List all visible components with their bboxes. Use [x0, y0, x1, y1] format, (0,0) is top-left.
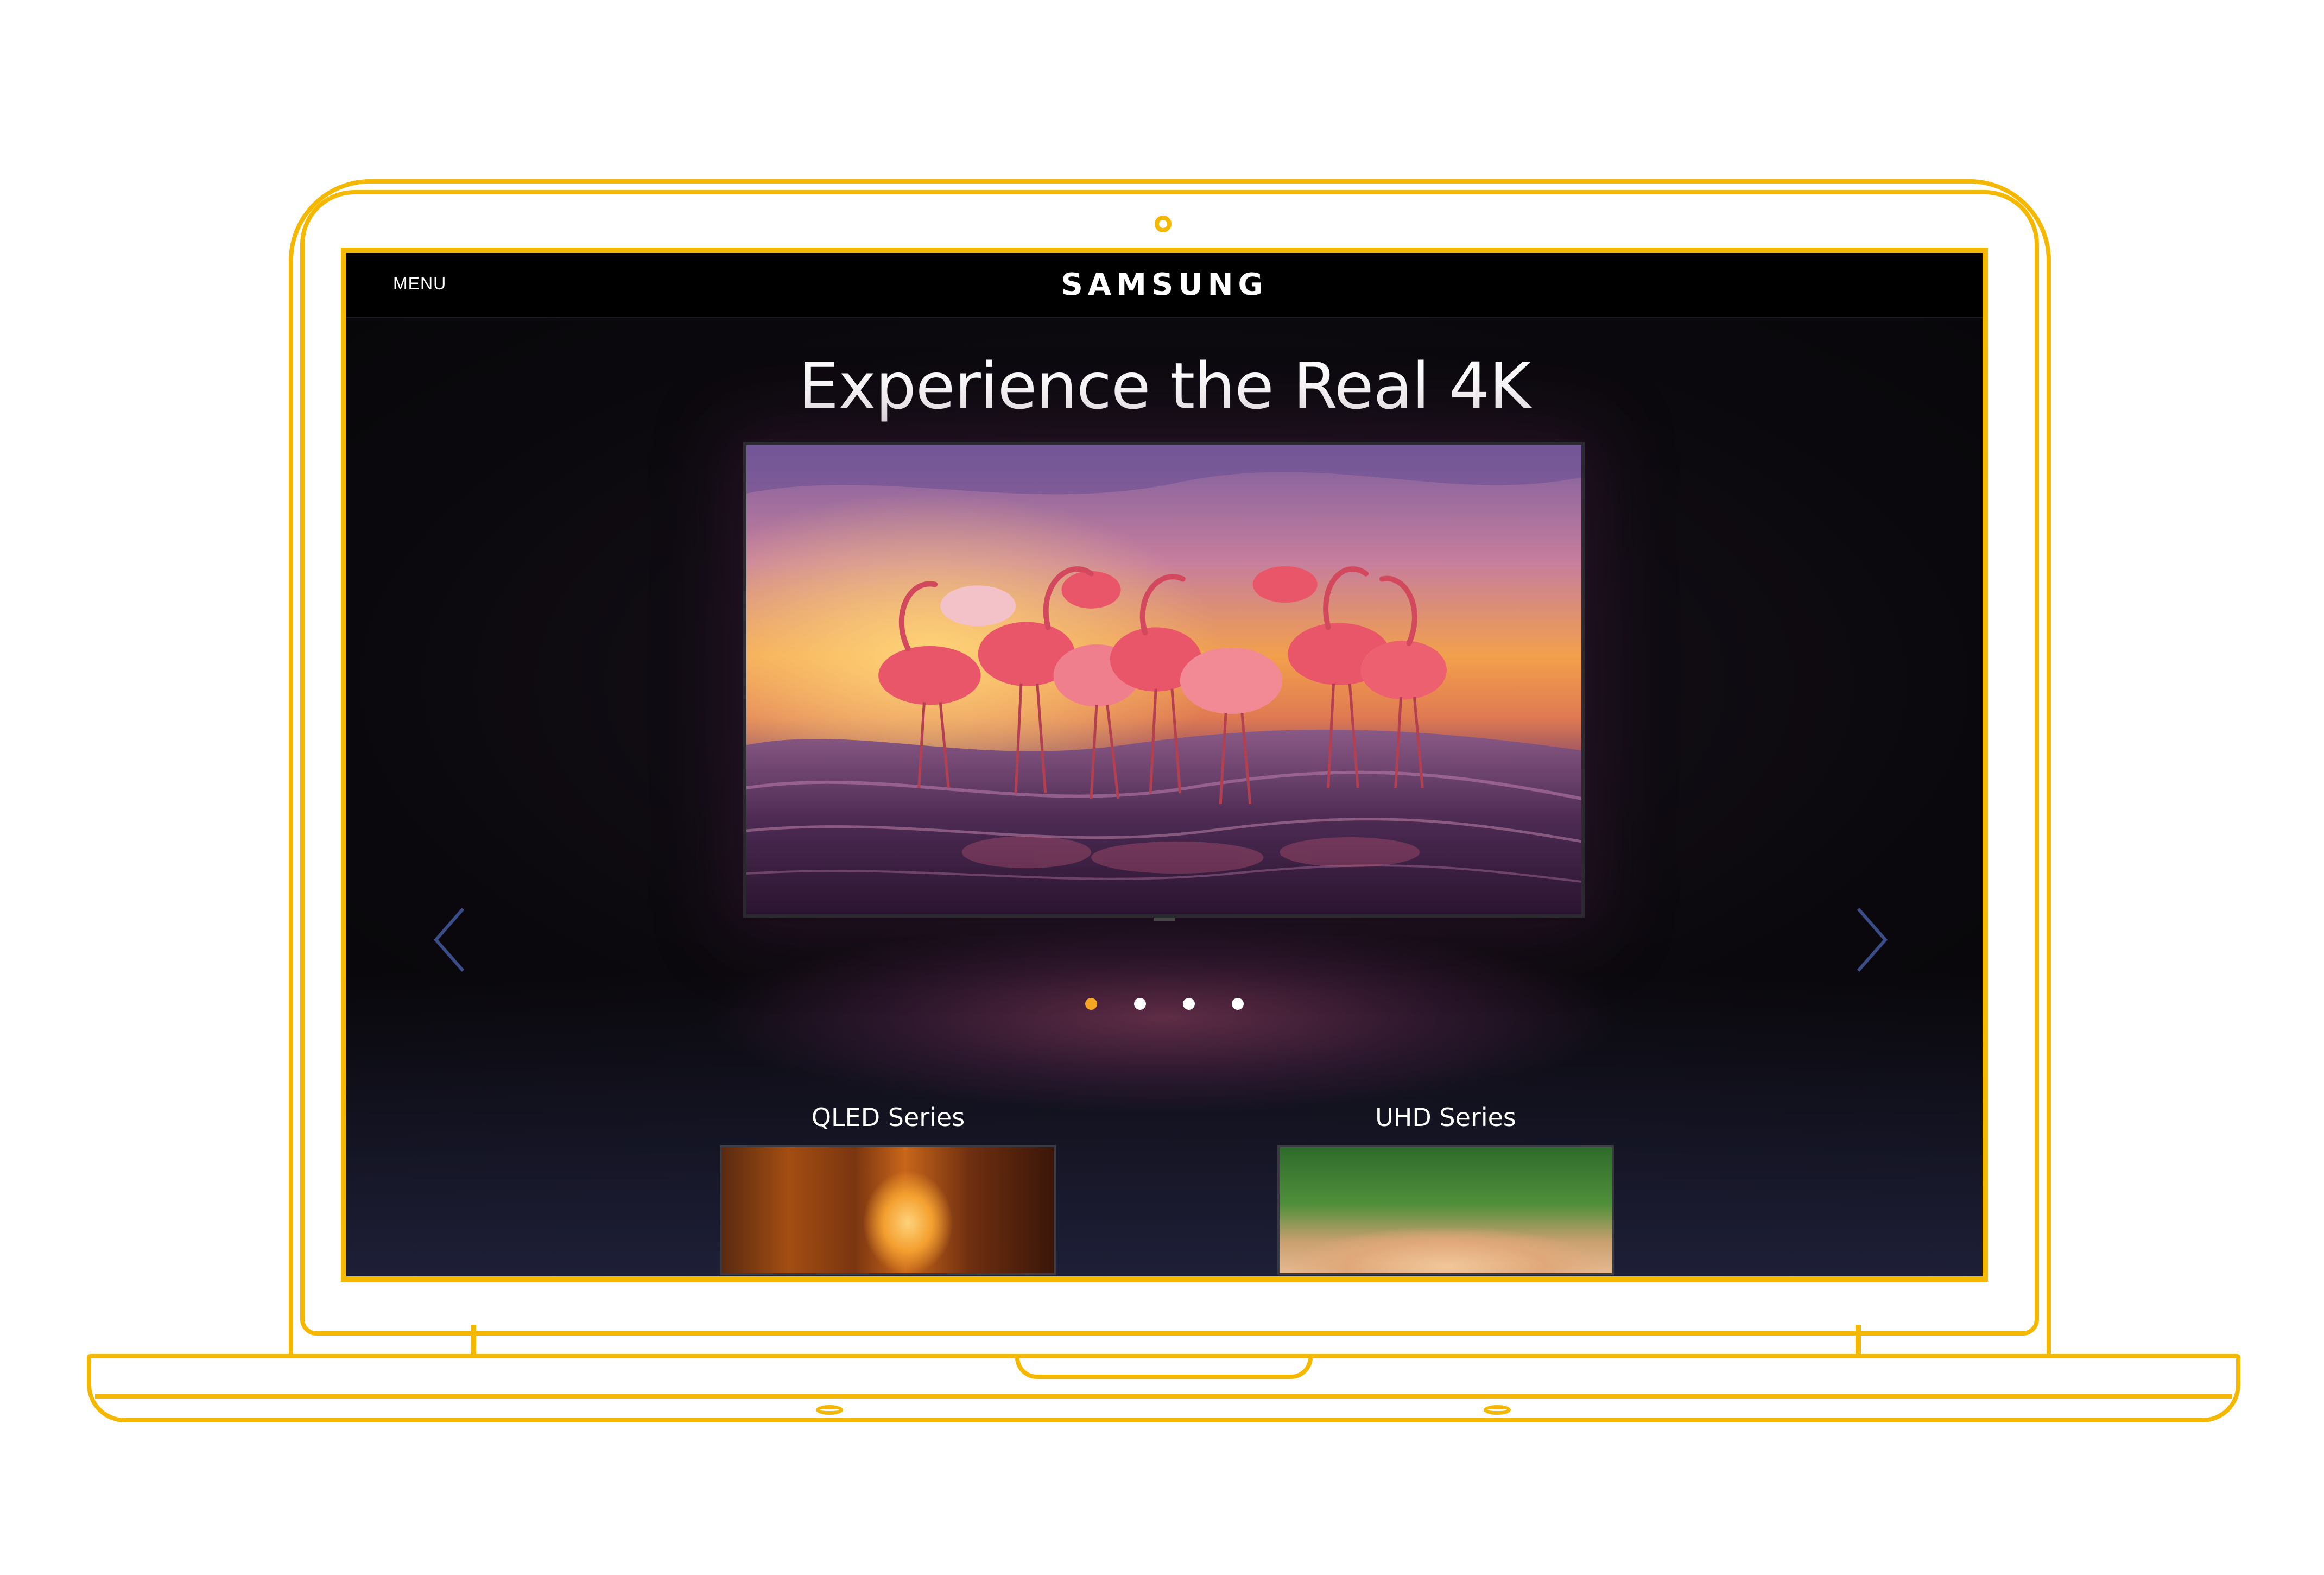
chevron-left-icon	[434, 908, 465, 972]
series-title: QLED Series	[811, 1103, 965, 1132]
webcam-icon	[1155, 216, 1172, 232]
series-card-uhd[interactable]: UHD Series	[1277, 1103, 1614, 1275]
flamingo-scene-illustration	[746, 445, 1581, 914]
laptop-base-edge	[95, 1394, 2232, 1399]
carousel-dot-1[interactable]	[1085, 998, 1097, 1010]
series-card-qled[interactable]: QLED Series	[720, 1103, 1056, 1275]
hero-tv-image	[743, 442, 1585, 918]
laptop-opening-notch	[1015, 1354, 1313, 1379]
carousel-dot-3[interactable]	[1183, 998, 1195, 1010]
series-title: UHD Series	[1375, 1103, 1516, 1132]
samsung-logo[interactable]: SAMSUNG	[346, 267, 1983, 302]
carousel-next-button[interactable]	[1839, 899, 1904, 981]
series-thumbnail[interactable]	[720, 1145, 1056, 1275]
laptop-foot-right	[1484, 1405, 1511, 1415]
carousel-dot-4[interactable]	[1232, 998, 1244, 1010]
hero-headline: Experience the Real 4K	[798, 349, 1531, 423]
carousel-prev-button[interactable]	[417, 899, 482, 981]
top-navigation-bar: MENU SAMSUNG	[346, 253, 1983, 318]
series-thumbnail[interactable]	[1277, 1145, 1614, 1275]
laptop-foot-left	[816, 1405, 843, 1415]
carousel-pagination	[346, 998, 1983, 1010]
carousel-dot-2[interactable]	[1134, 998, 1146, 1010]
chevron-right-icon	[1857, 908, 1888, 972]
tv-brand-badge	[1154, 918, 1175, 921]
laptop-screen: MENU SAMSUNG Experience the Real 4K QLED…	[341, 248, 1988, 1282]
